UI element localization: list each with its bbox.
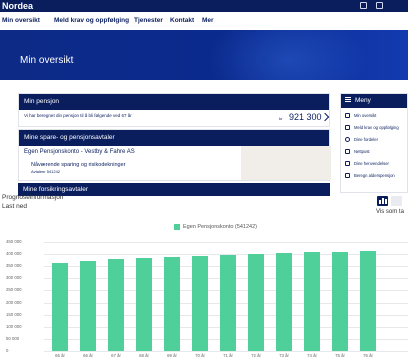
menu-header: Meny (341, 94, 407, 108)
hero-banner: Min oversikt (0, 30, 408, 80)
y-tick-label: 150 000 (6, 311, 22, 317)
chart-bar[interactable] (332, 251, 348, 351)
mail-icon (345, 149, 350, 154)
chart-bar[interactable] (80, 260, 96, 351)
top-bar: Nordea (0, 0, 408, 12)
calculator-icon (345, 173, 350, 178)
insurance-card-title: Mine forsikringsavtaler (18, 183, 330, 196)
heart-icon (345, 137, 350, 142)
x-tick-label: 76 år (363, 353, 373, 358)
pension-currency: kr (279, 116, 283, 121)
chevron-right-icon[interactable] (320, 112, 330, 122)
x-tick-label: 68 år (139, 353, 149, 358)
menu-item-label: Beregn alderspensjon (354, 173, 395, 178)
x-tick-label: 66 år (83, 353, 93, 358)
x-tick-label: 72 år (251, 353, 261, 358)
y-tick-label: 400 000 (6, 251, 22, 257)
pension-card[interactable]: Min pensjon Vi har beregnet din pensjon … (18, 93, 330, 127)
hero-decoration (208, 30, 368, 80)
menu-item-label: Dine henvendelser (354, 161, 389, 166)
grid-line (44, 242, 408, 243)
nav-item-mer[interactable]: Mer (202, 17, 214, 25)
y-tick-label: 100 000 (6, 323, 22, 329)
menu-item-label: Nettpost (354, 149, 370, 154)
profile-icon[interactable] (376, 2, 383, 9)
pension-description: Vi har beregnet din pensjon til å bli fø… (24, 113, 132, 118)
chart-bar[interactable] (304, 252, 320, 351)
view-as-table-label[interactable]: Vis som ta (376, 208, 408, 216)
menu-item-label: Dine fordeler (354, 137, 378, 142)
savings-sub-detail: Avtalenr 541242 (31, 169, 61, 174)
download-link[interactable]: Last ned (2, 203, 27, 211)
y-tick-label: 450 000 (6, 239, 22, 244)
table-view-button[interactable] (391, 196, 402, 206)
bar-chart-view-button[interactable] (377, 196, 388, 206)
insurance-card: Mine forsikringsavtaler (18, 183, 330, 196)
y-tick-label: 50 000 (6, 335, 20, 341)
nav-item-meld-krav[interactable]: Meld krav og oppfølging (54, 17, 129, 25)
x-tick-label: 74 år (307, 353, 317, 358)
chart-bar[interactable] (108, 259, 124, 351)
y-tick-label: 0 (6, 348, 9, 353)
pension-card-title: Min pensjon (19, 94, 329, 110)
home-icon (345, 113, 350, 118)
x-tick-label: 73 år (279, 353, 289, 358)
savings-card-title: Mine spare- og pensjonsavtaler (19, 130, 329, 146)
y-tick-label: 300 000 (6, 275, 22, 281)
legend-label: Egen Pensjonskonto (541242) (183, 224, 257, 230)
nav-item-kontakt[interactable]: Kontakt (170, 17, 194, 25)
menu-item-label: Meld krav og oppfølging (354, 125, 399, 130)
savings-card: Mine spare- og pensjonsavtaler Egen Pens… (18, 129, 331, 181)
chart-bar[interactable] (276, 253, 292, 351)
chart-bar[interactable] (248, 253, 264, 351)
chart-bar[interactable] (192, 255, 208, 351)
search-icon[interactable] (360, 2, 367, 9)
y-tick-label: 350 000 (6, 263, 22, 269)
legend-swatch (174, 224, 180, 230)
page-title: Min oversikt (20, 55, 74, 66)
menu-title: Meny (355, 97, 371, 104)
x-tick-label: 67 år (111, 353, 121, 358)
chart-bar[interactable] (220, 254, 236, 351)
chart-bar[interactable] (136, 258, 152, 351)
chart-bar[interactable] (164, 257, 180, 351)
menu-item-label: Min oversikt (354, 113, 377, 118)
pension-amount: 921 300 (289, 112, 322, 122)
x-tick-label: 65 år (55, 353, 65, 358)
hamburger-icon[interactable] (345, 99, 351, 100)
chart-bar[interactable] (360, 251, 376, 351)
claim-icon (345, 125, 350, 130)
x-tick-label: 69 år (167, 353, 177, 358)
savings-account-name[interactable]: Egen Pensjonskonto - Vestby & Fahre AS (24, 148, 135, 156)
x-tick-label: 70 år (195, 353, 205, 358)
nav-item-min-oversikt[interactable]: Min oversikt (2, 17, 40, 25)
chat-icon (345, 161, 350, 166)
main-nav: Min oversikt Meld krav og oppfølging Tje… (0, 12, 408, 31)
forecast-title: Prognoseinformasjon (2, 194, 64, 201)
chart-bar[interactable] (52, 262, 68, 351)
y-tick-label: 250 000 (6, 287, 22, 293)
y-tick-label: 200 000 (6, 299, 22, 305)
nav-item-tjenester[interactable]: Tjenester (134, 17, 163, 25)
x-tick-label: 71 år (223, 353, 233, 358)
savings-image (241, 146, 331, 180)
savings-sub-title[interactable]: Nåværende sparing og risikodekninger (31, 162, 125, 169)
x-tick-label: 75 år (335, 353, 345, 358)
grid-line (44, 351, 408, 352)
side-menu: Meny Min oversikt Meld krav og oppfølgin… (340, 93, 408, 193)
brand-logo[interactable]: Nordea (2, 0, 33, 12)
